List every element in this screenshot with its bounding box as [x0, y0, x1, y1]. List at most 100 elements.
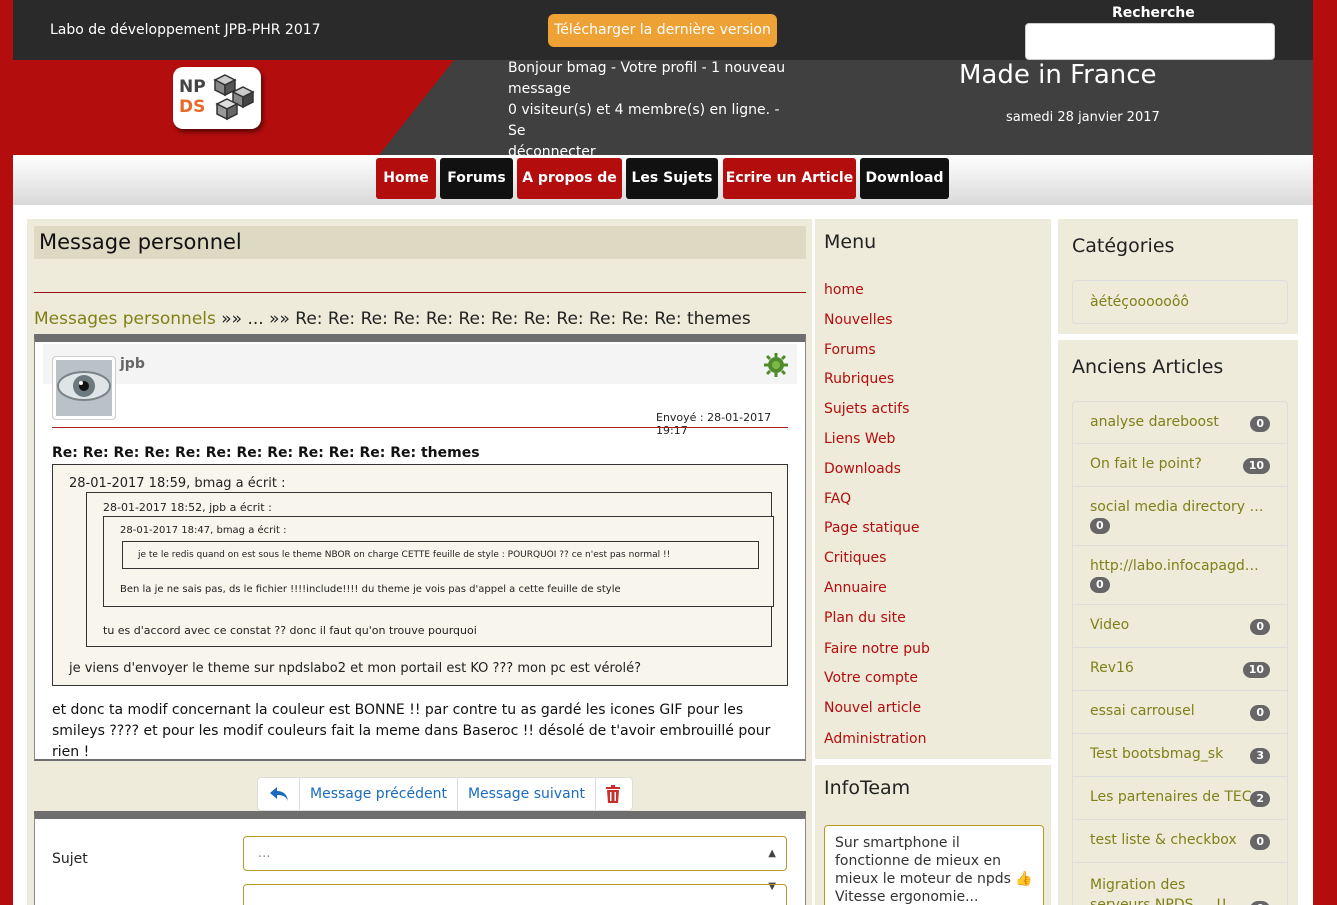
avatar[interactable]	[52, 356, 116, 420]
quote-2-header: 28-01-2017 18:52, jpb a écrit :	[103, 501, 272, 514]
nav-topics[interactable]: Les Sujets	[626, 158, 718, 199]
nav-forums[interactable]: Forums	[440, 158, 513, 199]
logo-text-np: NP	[179, 77, 206, 97]
article-item[interactable]: Test bootsbmag_sk 3	[1072, 734, 1288, 777]
main-nav: Home Forums A propos de Les Sujets Ecrir…	[13, 155, 1313, 205]
cubes-icon	[213, 74, 255, 121]
comment-count-badge: 0	[1090, 577, 1110, 593]
article-title: test liste & checkbox	[1090, 832, 1237, 848]
welcome-text: Bonjour bmag - Votre profil - 1 nouveau …	[508, 58, 798, 163]
quote-1-header: 28-01-2017 18:59, bmag a écrit :	[69, 476, 286, 491]
menu-item-votre-compte[interactable]: Votre compte	[824, 670, 918, 686]
current-date: samedi 28 janvier 2017	[1006, 110, 1160, 125]
article-title: social media directory to fi...	[1090, 499, 1266, 515]
reply-icon	[270, 787, 288, 801]
page-title: Message personnel	[34, 226, 806, 259]
comment-count-badge: 10	[1242, 662, 1270, 678]
article-item[interactable]: Rev16 10	[1072, 648, 1288, 691]
menu-item-home[interactable]: home	[824, 282, 864, 298]
comment-count-badge: 2	[1250, 791, 1270, 807]
message-author[interactable]: jpb	[120, 356, 145, 372]
reply-button[interactable]	[258, 778, 300, 810]
menu-item-administration[interactable]: Administration	[824, 731, 926, 747]
menu-item-critiques[interactable]: Critiques	[824, 550, 886, 566]
quote-2-reply: tu es d'accord avec ce constat ?? donc i…	[103, 624, 477, 637]
article-item[interactable]: Migration des serveurs NPDS ... !! 0	[1072, 863, 1288, 905]
category-item[interactable]: àétéçoooooôô	[1072, 280, 1288, 324]
menu-item-rubriques[interactable]: Rubriques	[824, 371, 894, 387]
message-header	[43, 344, 797, 384]
message-card: jpb Envoyé : 28-01-2017 19:17 Re: Re: Re…	[34, 334, 806, 761]
welcome-line-1[interactable]: Bonjour bmag - Votre profil - 1 nouveau	[508, 58, 798, 79]
menu-item-annuaire[interactable]: Annuaire	[824, 580, 887, 596]
top-bar: Labo de développement JPB-PHR 2017 Téléc…	[13, 0, 1313, 60]
article-title: http://labo.infocapagde.co...	[1090, 558, 1266, 574]
menu-item-faq[interactable]: FAQ	[824, 491, 851, 507]
previous-message-button[interactable]: Message précédent	[300, 778, 458, 810]
comment-count-badge: 0	[1090, 518, 1110, 534]
menu-item-nouvelles[interactable]: Nouvelles	[824, 312, 893, 328]
menu-item-plan-du-site[interactable]: Plan du site	[824, 610, 906, 626]
article-title: Video	[1090, 617, 1130, 633]
article-item[interactable]: test liste & checkbox 0	[1072, 820, 1288, 863]
nav-download[interactable]: Download	[860, 158, 949, 199]
article-item[interactable]: social media directory to fi... 0	[1072, 487, 1288, 546]
infoteam-textarea[interactable]: Sur smartphone il fonctionne de mieux en…	[824, 825, 1044, 905]
reply-form: Sujet ... ▲ ▼	[34, 811, 806, 905]
nav-write-article[interactable]: Ecrire un Article	[723, 158, 856, 199]
delete-button[interactable]	[596, 778, 632, 810]
subject-label: Sujet	[52, 851, 88, 867]
breadcrumb-link-messages[interactable]: Messages personnels	[34, 309, 216, 329]
menu-title: Menu	[824, 231, 877, 253]
message-divider	[52, 427, 788, 428]
article-title: On fait le point?	[1090, 456, 1202, 472]
article-title: Migration des serveurs NPDS ... !!	[1090, 877, 1227, 905]
quote-1-reply: je viens d'envoyer le theme sur npdslabo…	[69, 661, 642, 676]
comment-count-badge: 3	[1250, 748, 1270, 764]
menu-item-faire-notre-pub[interactable]: Faire notre pub	[824, 641, 930, 657]
article-item[interactable]: Les partenaires de TEC 2	[1072, 777, 1288, 820]
nav-home[interactable]: Home	[376, 158, 436, 199]
article-title: analyse dareboost	[1090, 414, 1219, 430]
categories-block: Catégories àétéçoooooôô	[1058, 219, 1298, 334]
site-name: Labo de développement JPB-PHR 2017	[50, 22, 321, 38]
article-item[interactable]: essai carrousel 0	[1072, 691, 1288, 734]
subject-select[interactable]: ... ▲ ▼	[243, 836, 787, 892]
message-body: et donc ta modif concernant la couleur e…	[52, 702, 771, 760]
search-input[interactable]	[1025, 23, 1275, 60]
article-item[interactable]: Video 0	[1072, 605, 1288, 648]
page: Labo de développement JPB-PHR 2017 Téléc…	[13, 0, 1313, 905]
comment-count-badge: 0	[1250, 619, 1270, 635]
quote-level-3: 28-01-2017 18:47, bmag a écrit : je te l…	[103, 516, 774, 607]
menu-item-sujets-actifs[interactable]: Sujets actifs	[824, 401, 909, 417]
quote-3-header: 28-01-2017 18:47, bmag a écrit :	[120, 525, 287, 536]
article-title: essai carrousel	[1090, 703, 1195, 719]
menu-item-liens-web[interactable]: Liens Web	[824, 431, 895, 447]
trash-icon	[606, 785, 621, 803]
message-text-field[interactable]	[243, 884, 787, 905]
menu-item-nouvel-article[interactable]: Nouvel article	[824, 700, 921, 716]
quote-level-4: je te le redis quand on est sous le them…	[122, 541, 759, 569]
title-divider	[34, 292, 806, 293]
download-latest-button[interactable]: Télécharger la dernière version	[548, 14, 777, 47]
next-message-button[interactable]: Message suivant	[458, 778, 597, 810]
message-subject: Re: Re: Re: Re: Re: Re: Re: Re: Re: Re: …	[52, 445, 480, 461]
quote-3-reply: Ben la je ne sais pas, ds le fichier !!!…	[120, 584, 621, 595]
article-title: Rev16	[1090, 660, 1134, 676]
message-pager: Message précédent Message suivant	[257, 777, 634, 811]
breadcrumb-rest: »» ... »» Re: Re: Re: Re: Re: Re: Re: Re…	[215, 309, 751, 329]
comment-count-badge: 0	[1250, 901, 1270, 905]
article-item[interactable]: analyse dareboost 0	[1072, 401, 1288, 444]
quote-4-text: je te le redis quand on est sous le them…	[138, 550, 671, 560]
eye-avatar-icon	[56, 360, 112, 416]
menu-item-forums[interactable]: Forums	[824, 342, 876, 358]
menu-item-downloads[interactable]: Downloads	[824, 461, 901, 477]
nav-about[interactable]: A propos de	[517, 158, 622, 199]
quote-level-1: 28-01-2017 18:59, bmag a écrit : 28-01-2…	[52, 464, 788, 686]
message-sent-date: Envoyé : 28-01-2017 19:17	[656, 411, 772, 437]
article-item[interactable]: http://labo.infocapagde.co... 0	[1072, 546, 1288, 605]
welcome-line-2[interactable]: message	[508, 79, 798, 100]
npds-logo[interactable]: NP DS	[173, 67, 261, 129]
menu-item-page-statique[interactable]: Page statique	[824, 520, 919, 536]
article-item[interactable]: On fait le point? 10	[1072, 444, 1288, 487]
